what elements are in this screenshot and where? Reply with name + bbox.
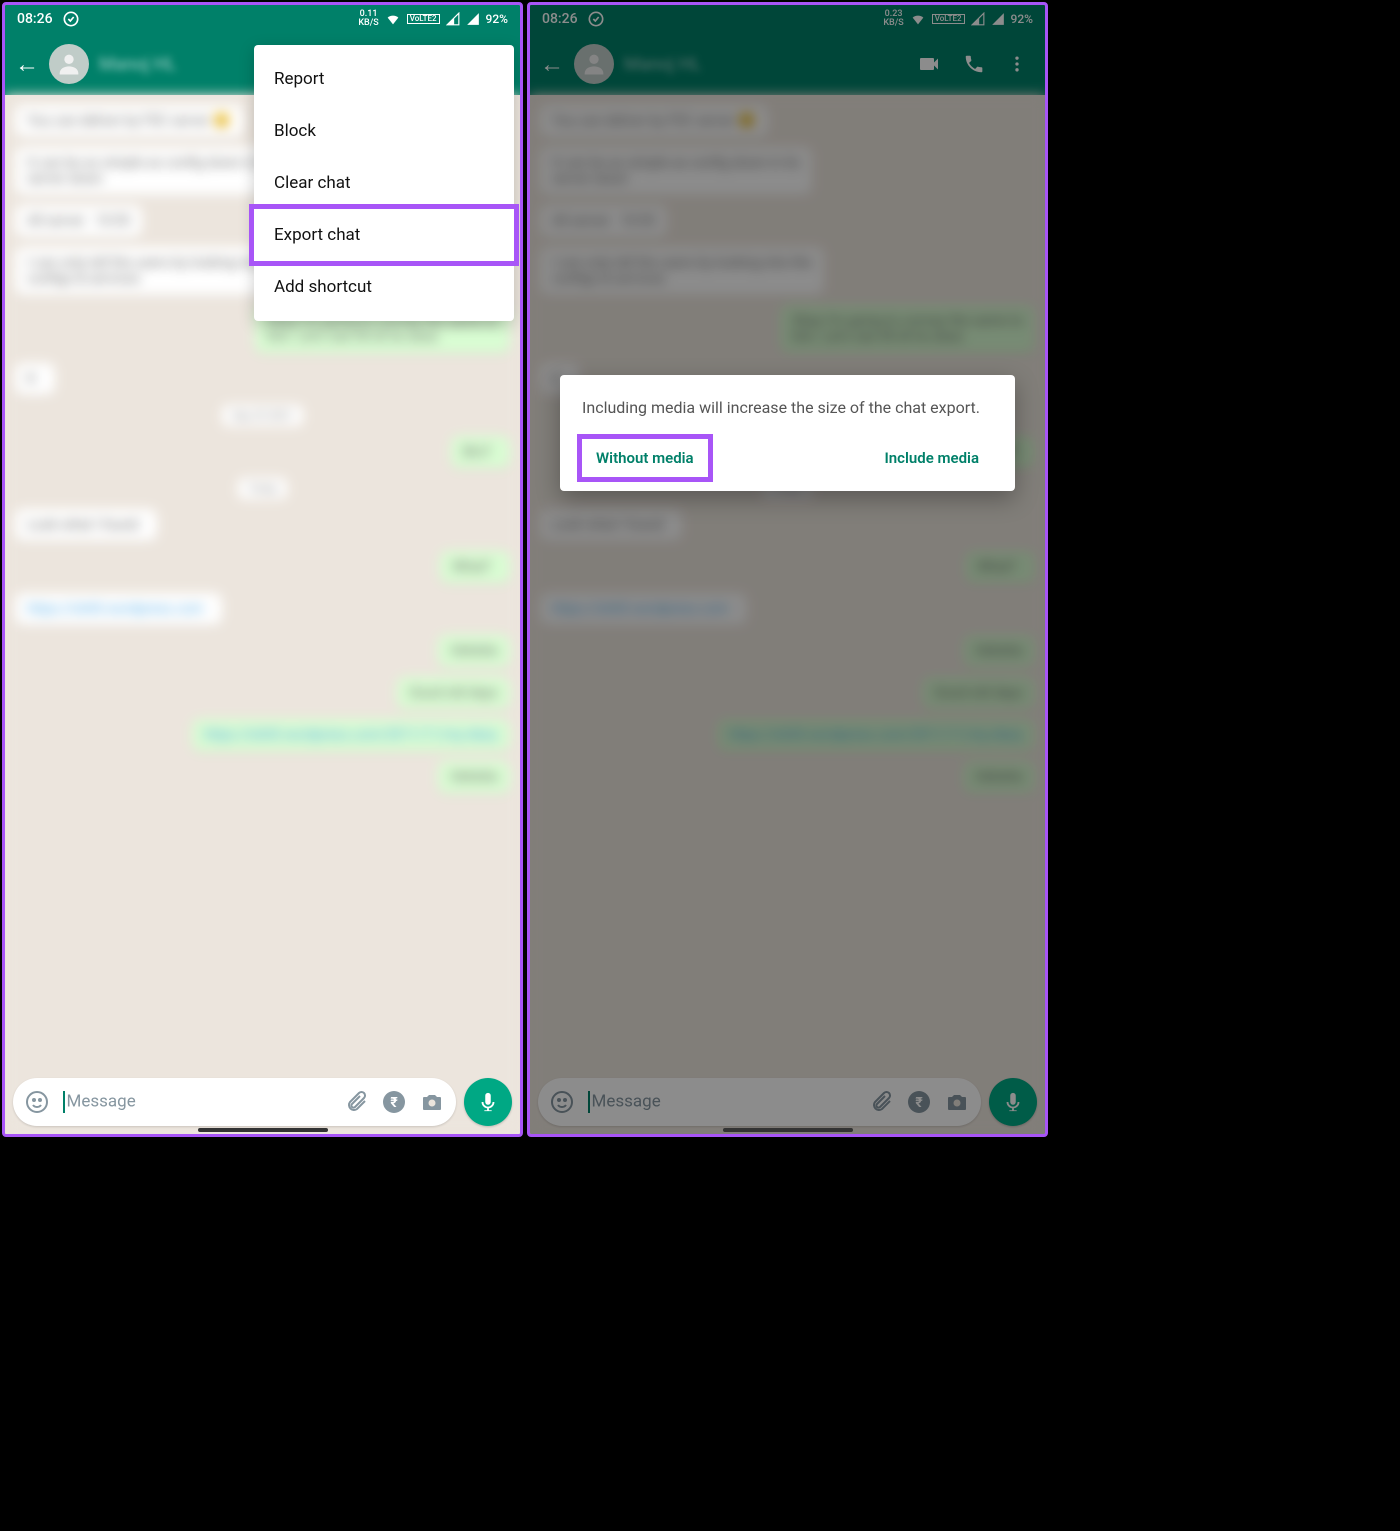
menu-export-chat[interactable]: Export chat <box>249 204 519 266</box>
include-media-button[interactable]: Include media <box>870 439 993 477</box>
signal-icon-2 <box>466 12 480 26</box>
android-nav-pill[interactable] <box>723 1128 853 1132</box>
screenshot-left: 08:26 0.11KB/S VoLTE2 92% ← Manoj HL You… <box>2 2 523 1137</box>
menu-block[interactable]: Block <box>254 105 514 157</box>
android-nav-pill[interactable] <box>198 1128 328 1132</box>
rupee-icon[interactable]: ₹ <box>382 1090 406 1114</box>
screenshot-right: 08:26 0.23KB/S VoLTE2 92% ← Manoj HL You… <box>527 2 1048 1137</box>
data-speed: 0.11KB/S <box>358 10 378 28</box>
battery-percent: 92% <box>486 12 508 26</box>
dialog-message: Including media will increase the size o… <box>582 397 993 419</box>
emoji-icon[interactable] <box>25 1090 49 1114</box>
checkmark-icon <box>63 11 79 27</box>
export-dialog: Including media will increase the size o… <box>560 375 1015 491</box>
menu-clear-chat[interactable]: Clear chat <box>254 157 514 209</box>
attach-icon[interactable] <box>344 1090 368 1114</box>
signal-icon-1 <box>446 12 460 26</box>
menu-report[interactable]: Report <box>254 53 514 105</box>
wifi-icon <box>385 11 401 27</box>
mic-button[interactable] <box>464 1078 512 1126</box>
options-menu: Report Block Clear chat Export chat Add … <box>254 45 514 321</box>
camera-icon[interactable] <box>420 1090 444 1114</box>
menu-add-shortcut[interactable]: Add shortcut <box>254 261 514 313</box>
input-placeholder: Message <box>67 1091 136 1111</box>
status-time: 08:26 <box>17 11 53 27</box>
modal-overlay[interactable] <box>530 5 1045 1134</box>
message-input[interactable]: Message ₹ <box>13 1078 456 1126</box>
without-media-button[interactable]: Without media <box>577 434 713 482</box>
message-input-bar: Message ₹ <box>13 1078 512 1126</box>
volte-icon: VoLTE2 <box>407 14 440 25</box>
status-bar: 08:26 0.11KB/S VoLTE2 92% <box>5 5 520 33</box>
contact-avatar[interactable] <box>49 44 89 84</box>
svg-text:₹: ₹ <box>390 1095 398 1111</box>
back-button[interactable]: ← <box>15 50 39 79</box>
